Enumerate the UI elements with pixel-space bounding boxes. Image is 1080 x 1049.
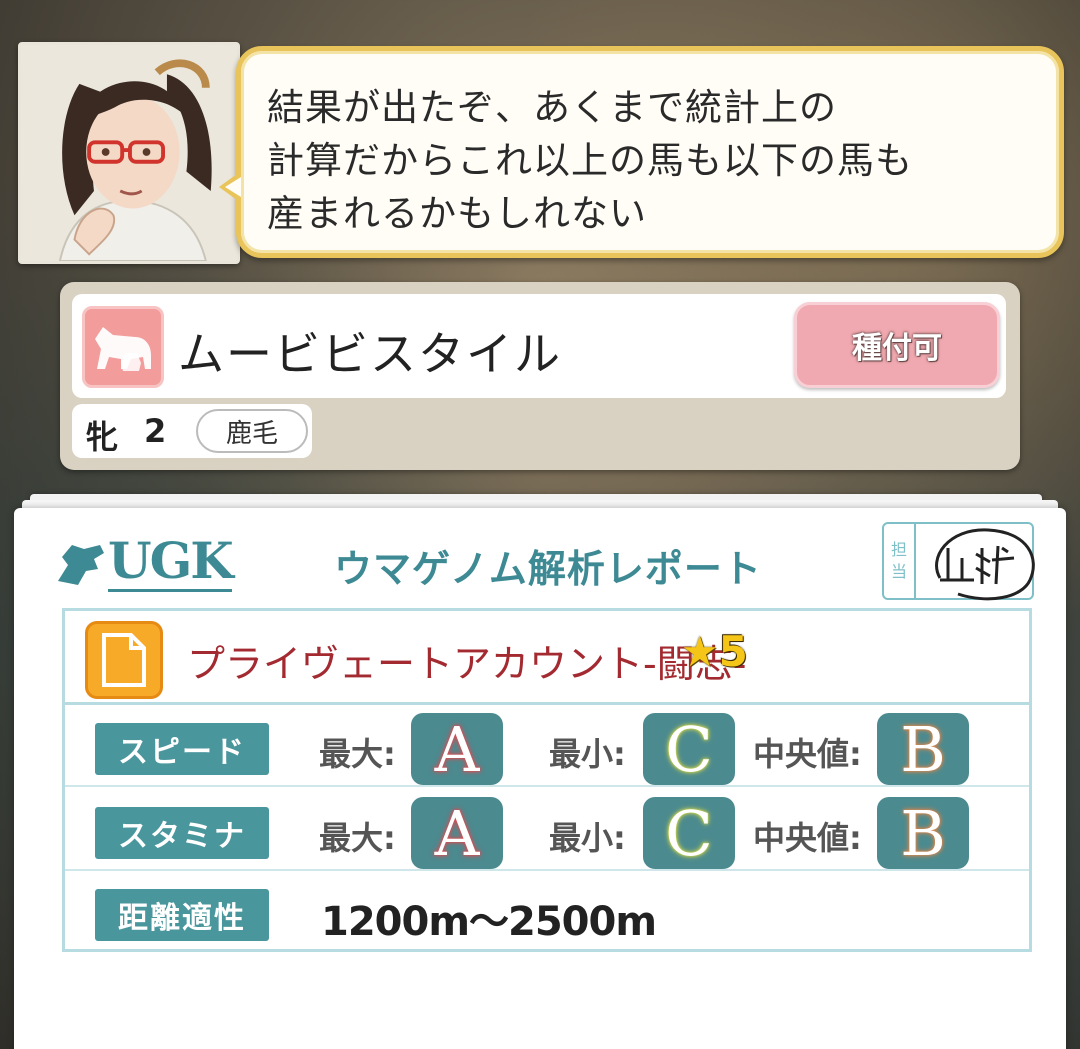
max-grade: A [411, 797, 503, 870]
signature-stamp-box: 担 当 [882, 522, 1035, 601]
stat-row-stamina: スタミナ 最大: A 最小: C 中央値: B [65, 791, 1029, 871]
horse-attributes: 牝 2 鹿毛 [72, 404, 312, 458]
dialog-line: 結果が出たぞ、あくまで統計上の [267, 86, 837, 129]
horse-name: ムービビスタイル [178, 327, 562, 381]
max-grade: A [411, 713, 503, 786]
stamp-label-char: 当 [890, 562, 907, 581]
star-count: 5 [718, 627, 748, 676]
horse-name-box: ムービビスタイル 種付可 [72, 294, 1006, 398]
star-rating: ★ 5 [681, 627, 748, 676]
median-grade: B [877, 797, 969, 870]
min-label: 最小: [549, 819, 626, 857]
document-icon [85, 621, 163, 699]
min-grade: C [643, 797, 735, 870]
dialog-text: 結果が出たぞ、あくまで統計上の 計算だからこれ以上の馬も以下の馬も 産まれるかも… [267, 81, 1039, 240]
horse-age: 2 [144, 412, 167, 450]
stat-label: スピード [95, 723, 269, 775]
analysis-name: プライヴェートアカウント-闘志- [187, 642, 747, 686]
dialog-bubble[interactable]: 結果が出たぞ、あくまで統計上の 計算だからこれ以上の馬も以下の馬も 産まれるかも… [219, 46, 1064, 258]
median-label: 中央値: [753, 819, 862, 857]
character-portrait [18, 42, 240, 264]
dialog-line: 計算だからこれ以上の馬も以下の馬も [267, 139, 913, 182]
breeding-available-button[interactable]: 種付可 [794, 302, 1000, 388]
max-label: 最大: [319, 735, 396, 773]
stat-row-speed: スピード 最大: A 最小: C 中央値: B [65, 707, 1029, 787]
median-label: 中央値: [753, 735, 862, 773]
stat-label: スタミナ [95, 807, 269, 859]
report-body: プライヴェートアカウント-闘志- ★ 5 スピード 最大: A 最小: C 中央… [62, 608, 1032, 952]
dialog-line: 産まれるかもしれない [267, 192, 647, 235]
star-icon: ★ [681, 627, 719, 676]
analysis-header: プライヴェートアカウント-闘志- ★ 5 [65, 611, 1029, 705]
character-portrait-image [21, 45, 237, 261]
stamp-label-char: 担 [890, 540, 907, 559]
stat-label: 距離適性 [95, 889, 269, 941]
horse-info-panel: ムービビスタイル 種付可 牝 2 鹿毛 [60, 282, 1020, 470]
horse-coat-badge: 鹿毛 [196, 409, 308, 453]
genome-report-sheet: UGK ウマゲノム解析レポート 担 当 プライヴェートアカウント-闘志- ★ 5 [14, 508, 1066, 1049]
distance-value: 1200m〜2500m [321, 899, 657, 945]
report-title: ウマゲノム解析レポート [334, 547, 762, 591]
stat-row-distance: 距離適性 1200m〜2500m [65, 873, 1029, 953]
handwritten-signature [935, 528, 1035, 601]
max-label: 最大: [319, 819, 396, 857]
min-grade: C [643, 713, 735, 786]
horse-head-icon [58, 545, 104, 585]
min-label: 最小: [549, 735, 626, 773]
median-grade: B [877, 713, 969, 786]
ugk-logo-text: UGK [108, 530, 234, 592]
dialog-bubble-tail [219, 171, 241, 203]
ugk-logo: UGK [54, 530, 234, 594]
horse-mare-icon [82, 306, 164, 388]
stamp-label: 担 当 [884, 524, 916, 598]
horse-sex: 牝 [86, 418, 119, 456]
